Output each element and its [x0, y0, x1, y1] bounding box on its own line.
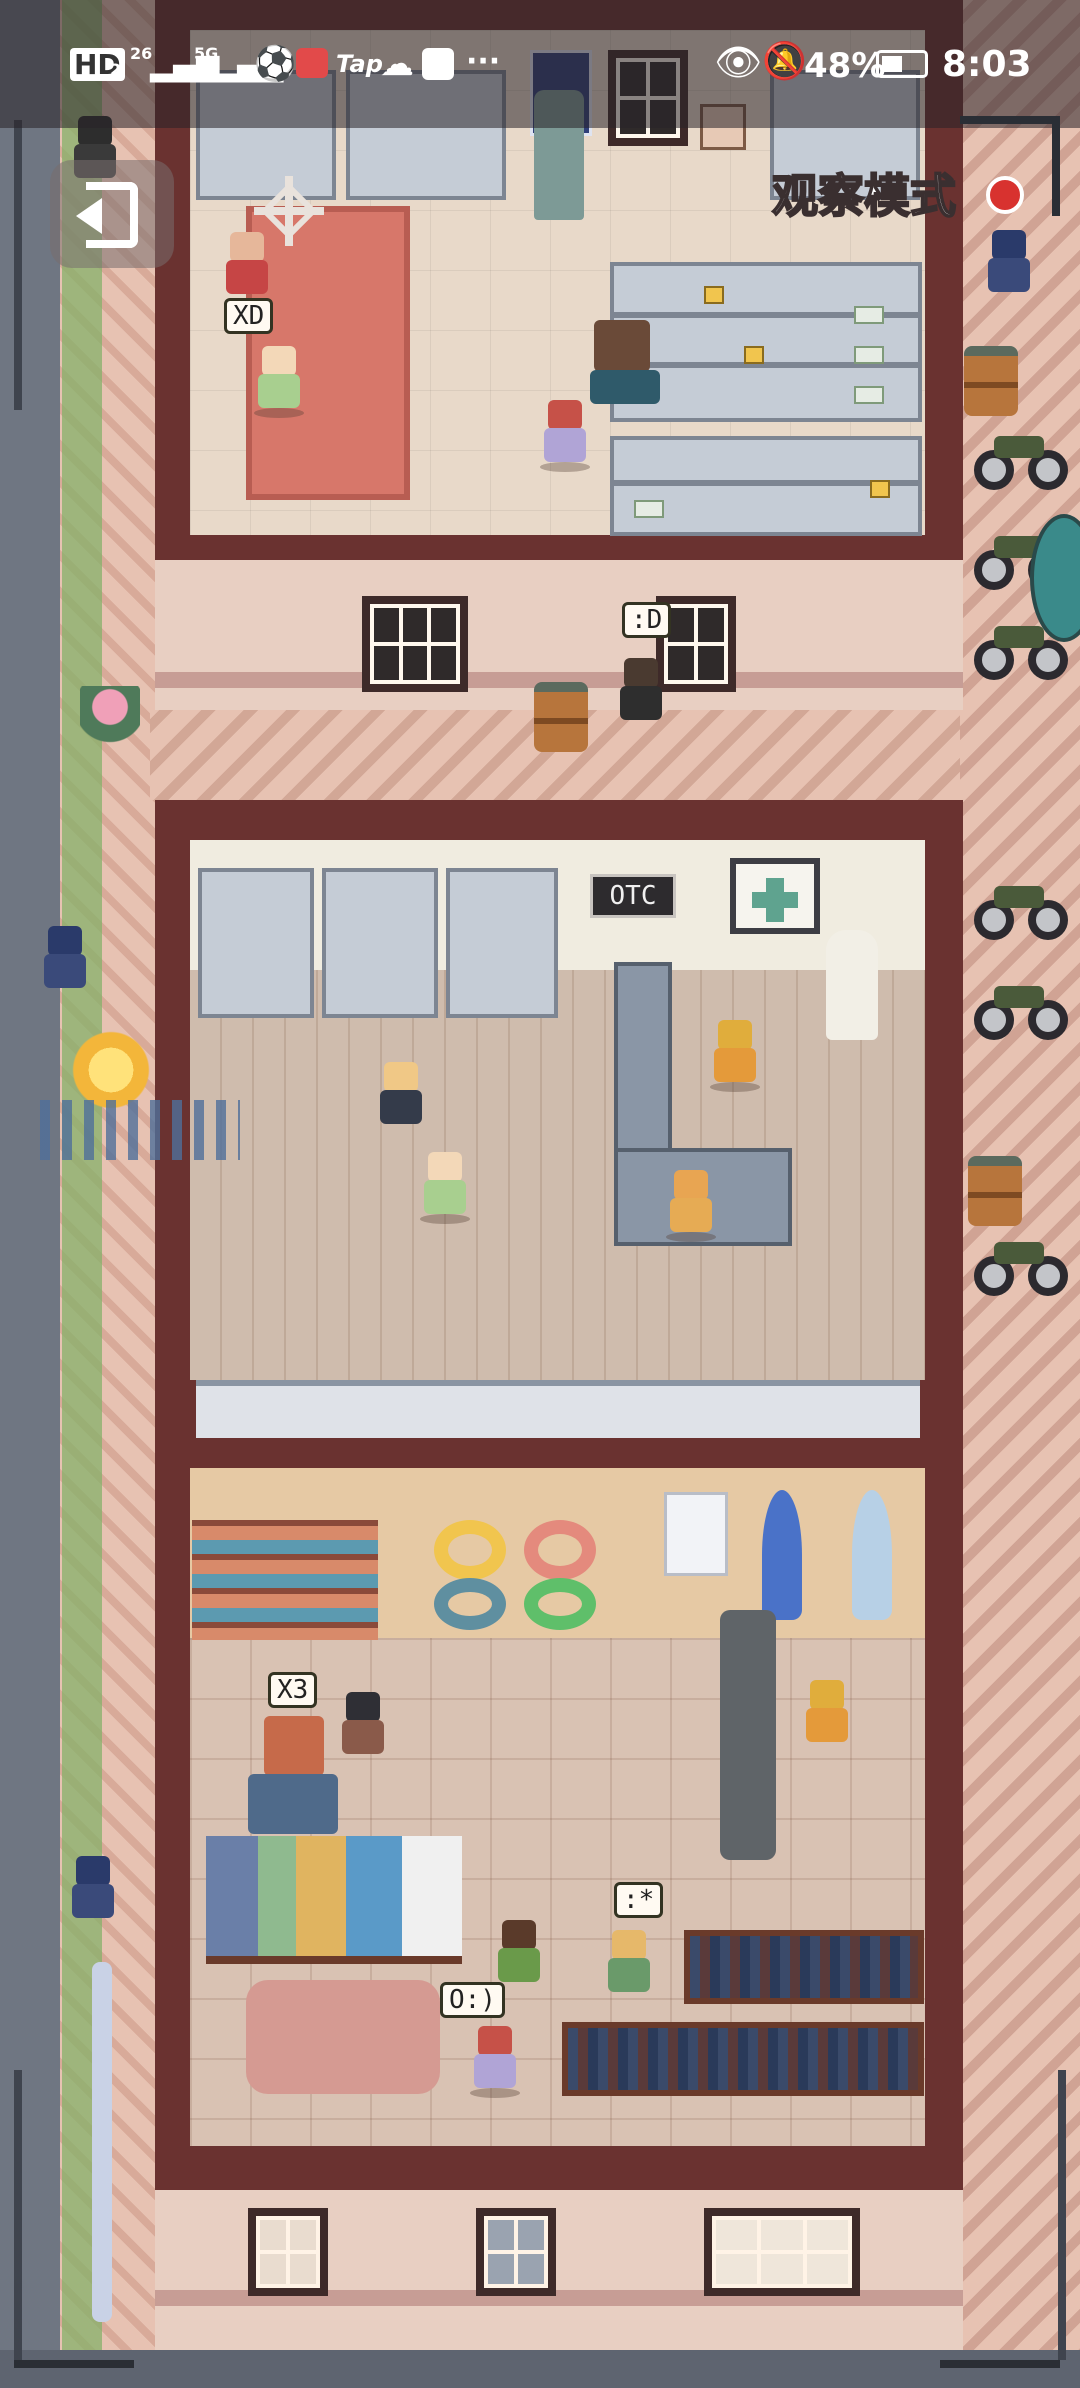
speech-bubble: X3	[268, 1672, 318, 1708]
npc-police[interactable]	[68, 1856, 128, 1946]
crosshair-icon[interactable]	[254, 176, 324, 246]
swim-ring-display	[428, 1514, 608, 1638]
pink-rug	[246, 1980, 440, 2094]
frame-corner	[14, 2360, 134, 2368]
road	[0, 0, 60, 2388]
speech-bubble: :*	[614, 1882, 664, 1918]
npc-cashier[interactable]	[802, 1680, 858, 1776]
speech-bubble: O:)	[440, 1982, 505, 2018]
exit-door-icon[interactable]	[50, 160, 174, 268]
battery-icon	[876, 50, 928, 78]
frame-corner	[940, 2360, 1060, 2368]
npc-pharmacist[interactable]	[710, 1020, 766, 1114]
barrel	[964, 346, 1018, 416]
book-icon	[296, 48, 328, 78]
beach-poster	[664, 1492, 728, 1576]
tap-label: Tap	[336, 50, 383, 78]
bookshelf	[562, 2022, 924, 2096]
road-line	[14, 120, 22, 410]
motorcycle	[974, 1236, 1068, 1296]
npc-soldier[interactable]	[616, 658, 676, 754]
street-lamp	[92, 1962, 112, 2322]
flower-plant	[80, 686, 140, 756]
motorcycle	[974, 880, 1068, 940]
bookshelf	[684, 1930, 924, 2004]
medicine-shelf	[198, 868, 314, 1018]
mute-bell-icon: 🔕	[762, 41, 807, 82]
pharmacy-counter	[614, 962, 672, 1170]
storage-rack	[610, 436, 922, 536]
window	[704, 2208, 860, 2296]
otc-sign: OTC	[590, 874, 676, 918]
pharmacy-floor	[190, 970, 925, 1380]
npc-blonde-woman[interactable]	[604, 1930, 670, 2030]
debris-effect	[40, 1100, 240, 1160]
water-dispenser	[720, 1610, 776, 1860]
red-dot-icon[interactable]	[986, 176, 1024, 214]
skeleton-model	[826, 930, 878, 1040]
speech-bubble: :D	[622, 602, 672, 638]
motorcycle	[974, 980, 1068, 1040]
soccer-icon: ⚽	[254, 44, 297, 84]
bag-icon	[422, 48, 454, 80]
npc-red-hair[interactable]	[470, 2026, 530, 2126]
sim-slot-label: 2	[110, 60, 122, 79]
network-2g-label: 26	[130, 44, 153, 63]
npc-green-shirt[interactable]	[254, 346, 314, 436]
npc-blonde-man[interactable]	[376, 1062, 432, 1158]
npc-police[interactable]	[40, 926, 96, 1016]
npc-green-shirt[interactable]	[420, 1152, 476, 1248]
npc-pharmacist-girl[interactable]	[666, 1170, 726, 1270]
snack-shelf	[192, 1520, 378, 1640]
towel-rack	[206, 1836, 462, 1964]
green-cross-icon	[730, 858, 820, 934]
low-shelf-row	[196, 1380, 920, 1438]
cloud-icon: ☁	[380, 44, 414, 84]
more-icon: ···	[466, 44, 501, 79]
speech-bubble: XD	[224, 298, 274, 334]
status-bar: HD 2 26 ▂▄▆ 5G ▂▄▆ ⚽ Tap ☁ ··· 👁 🔕 48% 8…	[0, 0, 1080, 128]
barrel	[534, 682, 588, 752]
eye-icon: 👁	[714, 40, 763, 84]
motorcycle	[974, 430, 1068, 490]
road-line	[1058, 2070, 1066, 2360]
surfboard-light	[852, 1490, 892, 1620]
battery-percent: 48%	[804, 46, 886, 86]
window	[362, 596, 468, 692]
clock: 8:03	[942, 44, 1032, 85]
road-line	[14, 2070, 22, 2360]
road-bottom	[0, 2350, 1080, 2388]
npc-police[interactable]	[984, 230, 1044, 320]
window	[476, 2208, 556, 2296]
npc-lumberjack[interactable]	[244, 1716, 344, 1846]
frame-corner	[960, 116, 1060, 124]
barrel	[968, 1156, 1022, 1226]
frame-corner	[1052, 116, 1060, 216]
window	[248, 2208, 328, 2296]
npc-masked[interactable]	[338, 1692, 398, 1782]
observation-mode-label: 观察模式	[771, 168, 957, 224]
medicine-shelf	[322, 868, 438, 1018]
npc-red-hair[interactable]	[540, 400, 600, 490]
medicine-shelf	[446, 868, 558, 1018]
surfboard-blue	[762, 1490, 802, 1620]
